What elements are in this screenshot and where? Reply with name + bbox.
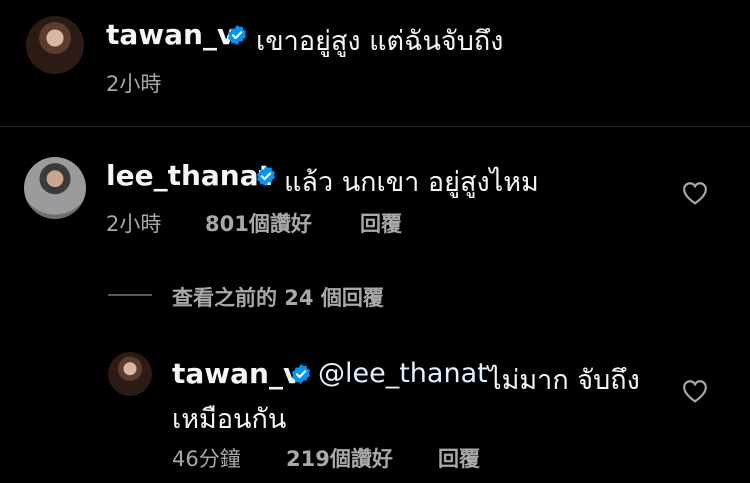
heart-icon[interactable]	[682, 379, 708, 403]
caption-username[interactable]: tawan_v	[106, 18, 235, 51]
reply-avatar[interactable]	[108, 352, 152, 396]
reply-text-line1: ไม่มาก จับถึง	[488, 365, 640, 396]
caption-time: 2小時	[106, 72, 162, 96]
caption-divider	[0, 126, 750, 127]
heart-icon[interactable]	[682, 181, 708, 205]
verified-badge-icon	[291, 363, 311, 385]
reply-thread-line	[108, 294, 152, 296]
reply-text-line2: เหมือนกัน	[172, 404, 287, 435]
comment-avatar[interactable]	[24, 157, 86, 219]
comment-text: แล้ว นกเขา อยู่สูงไหม	[284, 167, 539, 198]
reply-mention-link[interactable]: @lee_thanat	[318, 358, 488, 389]
reply-likes[interactable]: 219個讚好	[286, 443, 393, 473]
comment-likes[interactable]: 801個讚好	[205, 208, 312, 238]
comment-reply-button[interactable]: 回覆	[360, 208, 402, 238]
view-previous-replies-button[interactable]: 查看之前的 24 個回覆	[172, 282, 384, 312]
reply-time: 46分鐘	[172, 447, 241, 471]
reply-reply-button[interactable]: 回覆	[438, 443, 480, 473]
comment-username[interactable]: lee_thanat	[106, 159, 272, 192]
verified-badge-icon	[256, 165, 276, 187]
caption-avatar[interactable]	[26, 16, 84, 74]
comment-time: 2小時	[106, 212, 162, 236]
reply-username[interactable]: tawan_v	[172, 357, 301, 390]
verified-badge-icon	[227, 24, 247, 46]
caption-text: เขาอยู่สูง แต่ฉันจับถึง	[256, 26, 504, 57]
